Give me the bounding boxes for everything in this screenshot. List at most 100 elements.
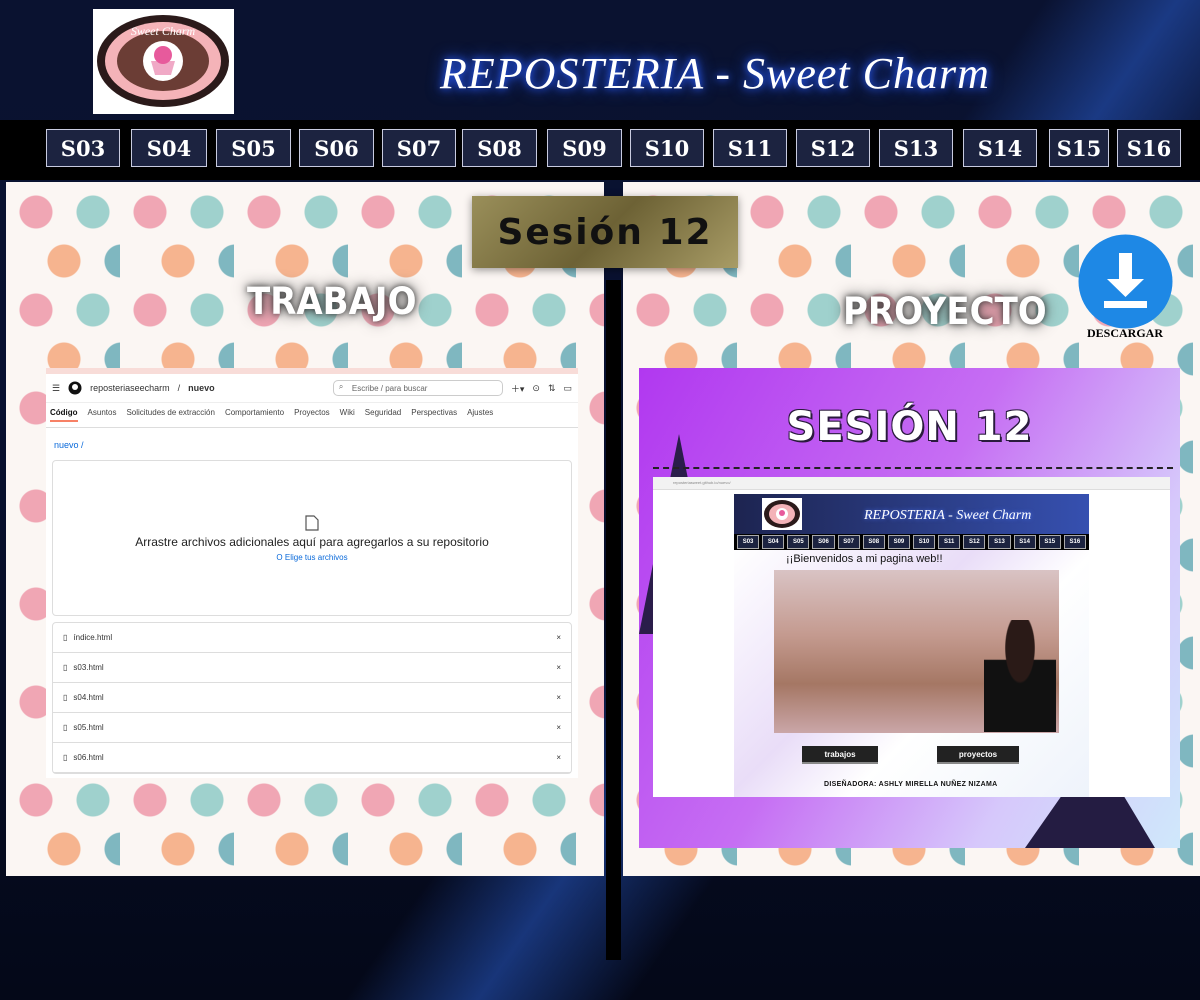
tab-projects[interactable]: Proyectos [294,408,330,422]
mini-nav-item: S16 [1063,535,1086,549]
project-heading: PROYECTO [843,290,1047,334]
file-name: índice.html [73,633,113,642]
nav-button-s08[interactable]: S08 [462,129,537,167]
list-item: ▯ índice.html × [53,623,571,653]
file-drop-zone[interactable]: Arrastre archivos adicionales aquí para … [52,460,572,616]
tab-issues[interactable]: Asuntos [88,408,117,422]
nav-button-s10[interactable]: S10 [630,129,704,167]
project-screenshot: SESIÓN 12 reposteriasweet.github.io/nuev… [639,368,1180,848]
tab-pull-requests[interactable]: Solicitudes de extracción [126,408,215,422]
issues-icon[interactable]: ⊙ [532,383,540,394]
github-topbar: ☰ reposteriaseecharm / nuevo ⌕ Escribe /… [46,374,578,403]
nav-button-s09[interactable]: S09 [547,129,622,167]
mini-logo [762,498,802,530]
mini-nav: S03 S04 S05 S06 S07 S08 S09 S10 S11 S12 … [734,534,1089,550]
nav-button-s07[interactable]: S07 [382,129,456,167]
session-title: Sesión 12 [472,196,738,268]
plus-icon[interactable]: ＋▾ [511,382,525,395]
tab-code[interactable]: Código [50,408,78,422]
dashed-divider [653,467,1173,469]
mini-proyectos-button: proyectos [937,746,1019,764]
mini-nav-item: S10 [912,535,936,549]
tab-wiki[interactable]: Wiki [340,408,355,422]
mini-nav-item: S15 [1038,535,1061,549]
remove-icon[interactable]: × [556,663,561,672]
file-name: s06.html [73,753,104,762]
list-item: ▯ s05.html × [53,713,571,743]
nav-button-s04[interactable]: S04 [131,129,207,167]
github-screenshot: ☰ reposteriaseecharm / nuevo ⌕ Escribe /… [46,368,578,778]
designer-photo [984,620,1056,732]
mini-nav-item: S04 [762,535,785,549]
github-icon[interactable] [68,381,82,395]
mini-title: REPOSTERIA - Sweet Charm [864,508,1032,523]
mini-nav-item: S07 [837,535,860,549]
list-item: ▯ s04.html × [53,683,571,713]
mini-nav-item: S11 [938,535,961,549]
file-icon [305,514,319,531]
mini-header: REPOSTERIA - Sweet Charm [734,494,1089,534]
repo-name[interactable]: reposteriaseecharm [90,383,170,393]
list-item: ▯ s06.html × [53,743,571,773]
mini-nav-item: S08 [862,535,885,549]
nav-button-s13[interactable]: S13 [879,129,953,167]
choose-files-link[interactable]: O Elige tus archivos [276,553,347,562]
pull-request-icon[interactable]: ⇅ [548,383,556,394]
inbox-icon[interactable]: ▭ [563,383,572,394]
nav-button-s15[interactable]: S15 [1049,129,1109,167]
list-item: ▯ s03.html × [53,653,571,683]
cupcake-logo-icon: Sweet Charm [97,15,229,107]
menu-icon[interactable]: ☰ [52,383,60,394]
nav-button-s06[interactable]: S06 [299,129,374,167]
browser-url: reposteriasweet.github.io/nuevo/ [653,477,1170,490]
remove-icon[interactable]: × [556,693,561,702]
project-title: SESIÓN 12 [786,404,1033,450]
mini-nav-item: S09 [887,535,910,549]
site-title: REPOSTERIA - Sweet Charm [440,49,990,98]
remove-icon[interactable]: × [556,753,561,762]
panel-divider [606,280,621,960]
tab-insights[interactable]: Perspectivas [411,408,457,422]
remove-icon[interactable]: × [556,723,561,732]
download-label: DESCARGAR [1086,326,1163,340]
session-nav: S03 S04 S05 S06 S07 S08 S09 S10 S11 S12 … [0,120,1200,180]
breadcrumb[interactable]: nuevo / [46,428,578,456]
nav-button-s03[interactable]: S03 [46,129,120,167]
mini-nav-item: S03 [737,535,760,549]
file-list: ▯ índice.html × ▯ s03.html × ▯ s04.html … [52,622,572,774]
github-tabs: Código Asuntos Solicitudes de extracción… [46,403,578,428]
mini-trabajos-button: trabajos [802,746,878,764]
mini-nav-item: S05 [787,535,810,549]
logo[interactable]: Sweet Charm [93,9,234,114]
mini-body: ¡¡Bienvenidos a mi pagina web!! trabajos… [734,550,1089,797]
tab-settings[interactable]: Ajustes [467,408,493,422]
github-search-input[interactable]: ⌕ Escribe / para buscar [332,380,503,396]
nav-button-s14[interactable]: S14 [963,129,1037,167]
nav-button-s16[interactable]: S16 [1117,129,1181,167]
branch-name[interactable]: nuevo [188,383,215,393]
search-icon: ⌕ [338,382,344,391]
site-header: Sweet Charm REPOSTERIA - Sweet Charm [0,0,1200,120]
svg-text:Sweet Charm: Sweet Charm [131,24,196,38]
mini-credit: DISEÑADORA: ASHLY MIRELLA NUÑEZ NIZAMA [824,781,998,788]
mini-welcome: ¡¡Bienvenidos a mi pagina web!! [786,553,943,565]
nav-button-s05[interactable]: S05 [216,129,291,167]
nav-button-s11[interactable]: S11 [713,129,787,167]
bakery-photo [774,570,1059,733]
tab-security[interactable]: Seguridad [365,408,401,422]
remove-icon[interactable]: × [556,633,561,642]
mini-nav-item: S14 [1013,535,1036,549]
tab-actions[interactable]: Comportamiento [225,408,284,422]
work-heading: TRABAJO [247,280,417,324]
mini-site: REPOSTERIA - Sweet Charm S03 S04 S05 S06… [734,494,1089,797]
nav-button-s12[interactable]: S12 [796,129,870,167]
browser-window: reposteriasweet.github.io/nuevo/ REPOSTE… [653,477,1170,797]
file-name: s05.html [73,723,104,732]
mini-nav-item: S12 [963,535,986,549]
download-button[interactable] [1077,233,1174,330]
mini-nav-item: S06 [812,535,835,549]
download-icon [1078,234,1173,329]
cupcake-logo-icon [764,500,800,528]
file-name: s03.html [73,663,104,672]
file-name: s04.html [73,693,104,702]
